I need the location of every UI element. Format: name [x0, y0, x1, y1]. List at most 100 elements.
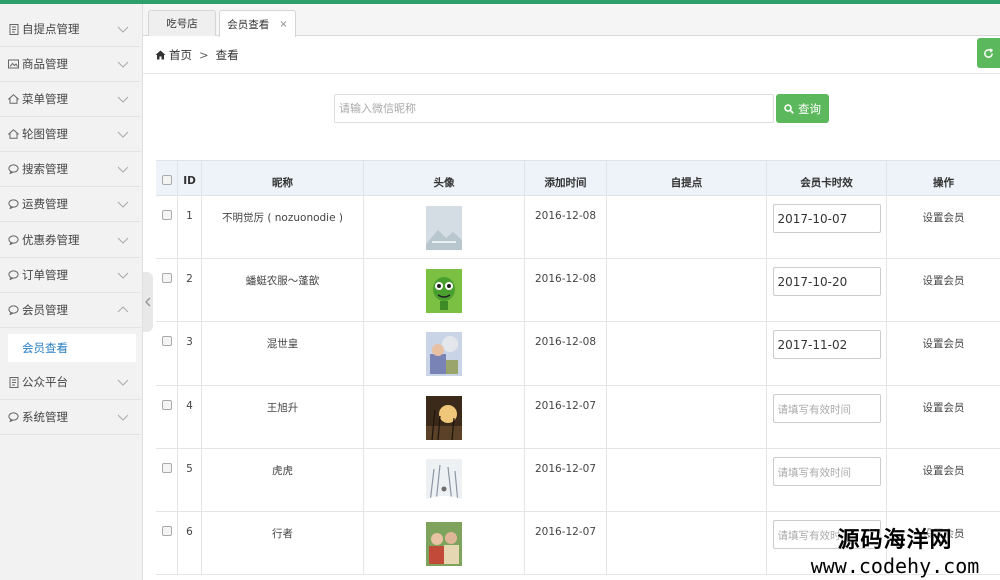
tab-label: 吃号店 [166, 18, 198, 30]
sidebar-subitem-member-view[interactable]: 会员查看 [8, 334, 136, 362]
chevron-down-icon [117, 272, 129, 279]
nickname-cell: 王旭升 [202, 386, 364, 448]
action-cell: 设置会员 [887, 322, 1000, 385]
tab-shop[interactable]: 吃号店 [148, 10, 216, 36]
sidebar-item-9[interactable]: 公众平台 [0, 365, 141, 400]
breadcrumb: 首页 > 查看 [155, 46, 239, 64]
column-header: 操作 [933, 177, 954, 189]
set-member-link[interactable]: 设置会员 [923, 336, 965, 351]
sidebar-item-5[interactable]: 运费管理 [0, 187, 141, 222]
row-checkbox[interactable] [161, 273, 172, 283]
select-cell [156, 449, 178, 511]
card-expiry-input[interactable] [772, 394, 881, 423]
close-icon[interactable]: × [279, 19, 287, 30]
member-id: 6 [186, 526, 193, 538]
added-cell: 2016-12-08 [525, 322, 607, 385]
card-expiry-input[interactable] [772, 330, 881, 359]
chevron-down-icon [117, 26, 129, 33]
sidebar-item-0[interactable]: 自提点管理 [0, 12, 141, 47]
sidebar-collapse-handle[interactable] [143, 272, 153, 332]
avatar [426, 522, 462, 566]
sidebar-item-6[interactable]: 优惠券管理 [0, 223, 141, 258]
member-nickname: 不明觉厉 ( nozuonodie ) [222, 212, 343, 224]
pickup-cell [607, 512, 767, 574]
table-row: 3 混世皇 2016-12-08 设置会员 [156, 322, 1000, 386]
watermark-url: www.codehy.com [810, 554, 980, 578]
sidebar-item-label: 订单管理 [22, 268, 68, 282]
added-cell: 2016-12-07 [525, 449, 607, 511]
refresh-icon [984, 47, 994, 58]
member-nickname: 混世皇 [266, 338, 299, 350]
avatar-cell [364, 386, 525, 448]
member-nickname: 王旭升 [266, 402, 299, 414]
select-cell [156, 386, 178, 448]
search-button[interactable]: 查询 [776, 94, 829, 123]
sidebar-item-label: 系统管理 [22, 410, 68, 424]
expiry-cell [767, 259, 887, 321]
column-header: 添加时间 [525, 161, 607, 195]
pickup-cell [607, 196, 767, 258]
nickname-cell: 虎虎 [202, 449, 364, 511]
set-member-link[interactable]: 设置会员 [923, 400, 965, 415]
table-row: 1 不明觉厉 ( nozuonodie ) 2016-12-08 设置会员 [156, 196, 1000, 259]
chevron-down-icon [117, 131, 129, 138]
set-member-link[interactable]: 设置会员 [923, 210, 965, 225]
avatar [426, 396, 462, 440]
pickup-cell [607, 259, 767, 321]
table-row: 4 王旭升 2016-12-07 设置会员 [156, 386, 1000, 449]
sidebar-item-7[interactable]: 订单管理 [0, 258, 141, 293]
added-date: 2016-12-07 [534, 400, 597, 412]
sidebar-item-3[interactable]: 轮图管理 [0, 117, 141, 152]
member-id: 5 [186, 463, 193, 475]
added-date: 2016-12-07 [534, 463, 597, 475]
column-header: ID [178, 161, 202, 195]
chevron-down-icon [117, 166, 129, 173]
avatar-cell [364, 196, 525, 258]
chevron-down-icon [117, 96, 129, 103]
column-header: 昵称 [202, 161, 364, 195]
chevron-down-icon [117, 414, 129, 421]
set-member-link[interactable]: 设置会员 [923, 273, 965, 288]
action-cell: 设置会员 [887, 259, 1000, 321]
select-all-checkbox[interactable] [161, 175, 172, 185]
watermark-title: 源码海洋网 [837, 528, 953, 553]
row-checkbox[interactable] [161, 526, 172, 536]
card-expiry-input[interactable] [772, 267, 881, 296]
header-divider [143, 73, 1000, 74]
added-cell: 2016-12-08 [525, 196, 607, 258]
chat-icon [8, 164, 19, 175]
chat-icon [8, 199, 19, 210]
row-checkbox[interactable] [161, 400, 172, 410]
sidebar-item-10[interactable]: 系统管理 [0, 400, 141, 435]
card-expiry-input[interactable] [772, 204, 881, 233]
id-cell: 2 [178, 259, 202, 321]
avatar-cell [364, 322, 525, 385]
added-date: 2016-12-08 [534, 336, 597, 348]
sidebar-item-4[interactable]: 搜索管理 [0, 152, 141, 187]
picture-icon [8, 59, 19, 70]
select-cell [156, 259, 178, 321]
sidebar-item-1[interactable]: 商品管理 [0, 47, 141, 82]
breadcrumb-home[interactable]: 首页 [169, 47, 192, 63]
sidebar-item-label: 公众平台 [22, 375, 68, 389]
watermark: 源码海洋网 www.codehy.com [790, 522, 1000, 578]
nickname-search-input[interactable] [334, 94, 774, 123]
row-checkbox[interactable] [161, 210, 172, 220]
sidebar-item-8[interactable]: 会员管理 [0, 293, 141, 328]
added-cell: 2016-12-08 [525, 259, 607, 321]
set-member-link[interactable]: 设置会员 [923, 463, 965, 478]
id-cell: 1 [178, 196, 202, 258]
row-checkbox[interactable] [161, 463, 172, 473]
avatar-cell [364, 259, 525, 321]
refresh-button[interactable] [977, 38, 1000, 68]
row-checkbox[interactable] [161, 336, 172, 346]
tab-member-view[interactable]: 会员查看 × [219, 10, 296, 37]
home-icon [8, 94, 19, 105]
breadcrumb-separator: > [199, 48, 209, 62]
sidebar-item-2[interactable]: 菜单管理 [0, 82, 141, 117]
sidebar: 自提点管理 商品管理 菜单管理 轮图管理 搜索管理 运费管理 优惠券管理订单管理会员管理公众… [0, 4, 143, 580]
card-expiry-input[interactable] [772, 457, 881, 486]
select-cell [156, 196, 178, 258]
breadcrumb-current: 查看 [215, 48, 239, 62]
select-cell [156, 322, 178, 385]
